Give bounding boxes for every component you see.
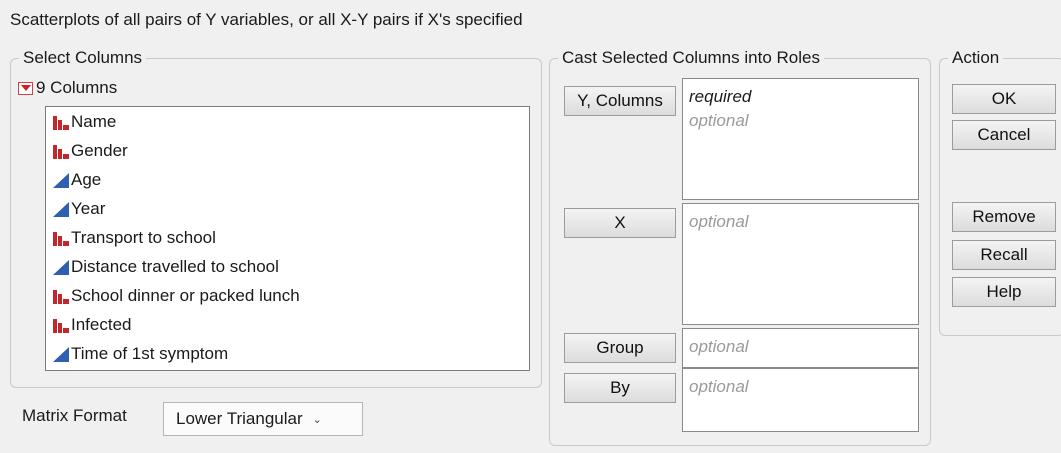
- y-columns-role-box[interactable]: required optional: [682, 78, 919, 200]
- y-required-text: required: [689, 87, 752, 106]
- recall-button[interactable]: Recall: [952, 240, 1056, 270]
- continuous-triangle-icon: [53, 172, 69, 188]
- column-name: Infected: [71, 314, 132, 334]
- columns-count-label: 9 Columns: [36, 78, 118, 97]
- x-role-box[interactable]: optional: [682, 203, 919, 325]
- chevron-down-icon: ⌄: [312, 413, 322, 426]
- column-list-item[interactable]: Year: [46, 194, 529, 223]
- column-list-item[interactable]: Age: [46, 165, 529, 194]
- y-optional-text: optional: [689, 111, 749, 130]
- continuous-triangle-icon: [53, 346, 69, 362]
- matrix-format-dropdown[interactable]: Lower Triangular ⌄: [163, 402, 363, 436]
- x-optional-text: optional: [689, 212, 749, 231]
- matrix-format-label: Matrix Format: [22, 406, 127, 425]
- column-name: School dinner or packed lunch: [71, 285, 300, 305]
- column-list-item[interactable]: Distance travelled to school: [46, 252, 529, 281]
- nominal-bar-icon: [53, 115, 69, 130]
- nominal-bar-icon: [53, 144, 69, 159]
- select-columns-label: Select Columns: [19, 47, 147, 69]
- nominal-bar-icon: [53, 231, 69, 246]
- column-name: Time of 1st symptom: [71, 343, 229, 363]
- column-list-item[interactable]: Infected: [46, 310, 529, 339]
- by-button[interactable]: By: [564, 373, 676, 403]
- continuous-triangle-icon: [53, 201, 69, 217]
- help-button[interactable]: Help: [952, 277, 1056, 307]
- column-name: Transport to school: [71, 227, 216, 247]
- by-role-box[interactable]: optional: [682, 368, 919, 432]
- cancel-button[interactable]: Cancel: [952, 120, 1056, 150]
- continuous-triangle-icon: [53, 259, 69, 275]
- dialog-title: Scatterplots of all pairs of Y variables…: [10, 10, 523, 29]
- column-name: Name: [71, 111, 117, 131]
- matrix-format-value: Lower Triangular: [176, 409, 303, 428]
- y-columns-button[interactable]: Y, Columns: [564, 86, 676, 116]
- x-button[interactable]: X: [564, 208, 676, 238]
- column-name: Year: [71, 198, 106, 218]
- group-optional-text: optional: [689, 337, 749, 356]
- column-list-item[interactable]: Time of 1st symptom: [46, 339, 529, 368]
- group-role-box[interactable]: optional: [682, 328, 919, 368]
- column-list-item[interactable]: Transport to school: [46, 223, 529, 252]
- column-list-item[interactable]: Gender: [46, 136, 529, 165]
- column-list[interactable]: Name Gender Age Year Transport to school Dist…: [45, 106, 530, 371]
- column-name: Distance travelled to school: [71, 256, 279, 276]
- columns-header: 9 Columns: [18, 78, 117, 98]
- column-list-item[interactable]: School dinner or packed lunch: [46, 281, 529, 310]
- column-list-item[interactable]: Name: [46, 107, 529, 136]
- column-name: Gender: [71, 140, 128, 160]
- action-label: Action: [948, 47, 1004, 69]
- by-optional-text: optional: [689, 377, 749, 396]
- column-name: Age: [71, 169, 102, 189]
- remove-button[interactable]: Remove: [952, 202, 1056, 232]
- ok-button[interactable]: OK: [952, 84, 1056, 114]
- disclosure-menu-icon[interactable]: [18, 81, 33, 95]
- nominal-bar-icon: [53, 289, 69, 304]
- group-button[interactable]: Group: [564, 333, 676, 363]
- cast-roles-label: Cast Selected Columns into Roles: [558, 47, 824, 69]
- nominal-bar-icon: [53, 318, 69, 333]
